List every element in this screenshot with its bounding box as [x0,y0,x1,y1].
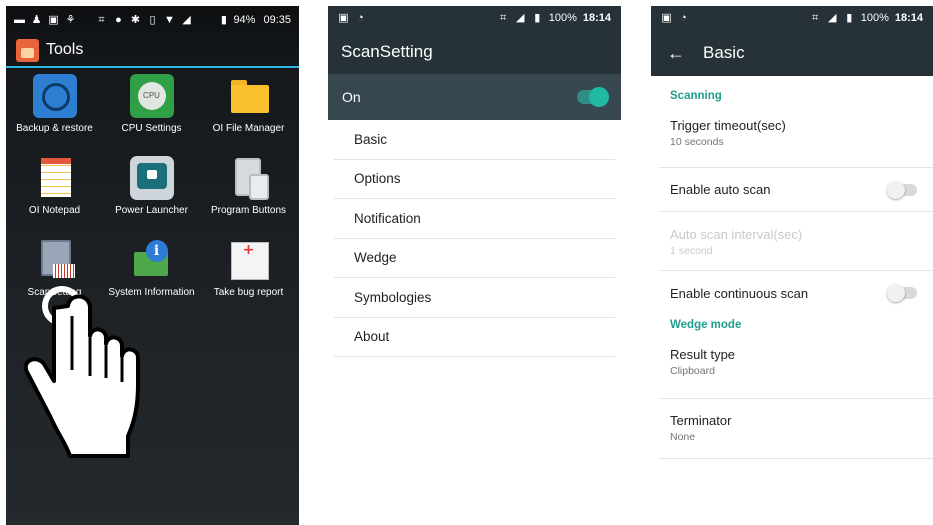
page-title: Basic [703,43,745,62]
keyboard-icon: ▬ [14,13,25,26]
battery-level: 100% [860,12,889,24]
app-backup-restore[interactable]: Backup & restore [6,74,103,134]
app-bar: ← Basic [651,30,933,76]
scan-setting-icon [33,238,77,282]
wifi-icon: ▼ [164,13,175,26]
back-arrow-icon[interactable]: ← [667,43,685,64]
pref-title: Enable continuous scan [670,285,809,301]
image-icon: ▣ [338,11,349,24]
pref-title: Terminator [670,413,732,428]
pref-title: Auto scan interval(sec) [670,227,803,242]
app-cpu-settings[interactable]: CPU Settings [103,74,200,134]
pref-summary: 10 seconds [670,136,724,148]
preferences-list: Scanning Trigger timeout(sec) 10 seconds… [651,76,933,459]
basic-settings-screen: ▣ ◔ ⌗ ◢ ▮ 100% 18:14 ← Basic Scanning Tr… [651,6,933,525]
notepad-icon [33,156,77,200]
continuous-scan-toggle[interactable] [887,284,917,302]
app-bug-report[interactable]: Take bug report [200,238,297,298]
pref-auto-scan-interval: Auto scan interval(sec) 1 second [659,212,933,271]
app-program-buttons[interactable]: Program Buttons [200,156,297,216]
app-notepad[interactable]: OI Notepad [6,156,103,216]
pref-auto-scan[interactable]: Enable auto scan [659,168,933,212]
image-icon: ▣ [661,11,672,24]
app-label: Backup & restore [16,123,93,134]
folder-icon [227,74,271,118]
list-item-wedge[interactable]: Wedge [334,239,615,278]
location-icon: ● [115,13,122,26]
bluetooth-icon: ✱ [130,13,141,26]
no-signal-icon: ◢ [515,11,525,24]
list-item-notification[interactable]: Notification [334,199,615,239]
clock: 18:14 [894,12,923,24]
app-bar: ScanSetting [328,30,621,74]
backup-restore-icon [32,74,77,118]
master-switch-toggle[interactable] [577,87,609,107]
wifi-icon: ◔ [357,11,364,24]
status-bar: ▣ ◔ ⌗ ◢ ▮ 100% 18:14 [651,6,933,30]
no-signal-icon: ◢ [182,13,191,26]
battery-icon: ▮ [220,13,227,26]
wifi-icon: ◔ [680,11,687,24]
app-label: Program Buttons [210,205,287,216]
bug-report-icon [227,238,271,282]
image-icon: ▣ [48,13,59,26]
clock: 18:14 [582,12,611,24]
page-title: Tools [46,41,84,58]
battery-icon: ▮ [534,11,541,24]
pref-summary: Clipboard [670,365,715,377]
tools-launcher-screen: ▬ ♟ ▣ ⚘ ⌗ ● ✱ ▯ ▼ ◢ ▮ 94% 09:35 Tools Ba… [6,6,299,525]
app-label: Power Launcher [115,205,188,216]
debug-icon: ⚘ [65,13,76,26]
battery-level: 100% [548,12,577,24]
vibrate-icon: ▯ [149,13,156,26]
list-item-options[interactable]: Options [334,160,615,199]
scan-icon: ⌗ [812,11,819,24]
devices-icon [227,156,271,200]
pref-summary: None [670,431,696,443]
pref-title: Enable auto scan [670,182,771,197]
app-power-launcher[interactable]: Power Launcher [103,156,200,216]
pref-title: Result type [670,347,736,362]
pref-continuous-scan[interactable]: Enable continuous scan [659,271,933,315]
battery-icon: ▮ [846,11,853,24]
list-item-symbologies[interactable]: Symbologies [334,278,615,318]
master-switch-bar[interactable]: On [328,74,621,120]
app-label: CPU Settings [121,123,182,134]
power-launcher-icon [129,156,174,200]
clock: 09:35 [263,14,291,26]
status-bar: ▬ ♟ ▣ ⚘ ⌗ ● ✱ ▯ ▼ ◢ ▮ 94% 09:35 [6,6,299,34]
auto-scan-toggle[interactable] [887,180,917,199]
app-file-manager[interactable]: OI File Manager [200,74,297,134]
page-title: ScanSetting [341,42,433,61]
pref-result-type[interactable]: Result type Clipboard [659,341,933,399]
battery-level: 94% [233,14,256,26]
no-signal-icon: ◢ [827,11,837,24]
scansetting-screen: ▣ ◔ ⌗ ◢ ▮ 100% 18:14 ScanSetting On Basi… [328,6,621,525]
pref-trigger-timeout[interactable]: Trigger timeout(sec) 10 seconds [659,112,933,168]
cpu-icon [129,74,174,118]
pref-terminator[interactable]: Terminator None [659,399,933,459]
info-icon [130,238,174,282]
status-bar: ▣ ◔ ⌗ ◢ ▮ 100% 18:14 [328,6,621,30]
settings-list: Basic Options Notification Wedge Symbolo… [328,120,621,357]
category-scanning: Scanning [670,90,722,102]
app-label: OI File Manager [212,123,285,134]
list-item-basic[interactable]: Basic [334,120,615,160]
list-item-about[interactable]: About [334,318,615,357]
pref-title: Trigger timeout(sec) [670,118,786,133]
scan-icon: ⌗ [98,13,105,26]
category-wedge-mode: Wedge mode [670,319,742,331]
tools-folder-icon [16,38,39,62]
scan-icon: ⌗ [500,11,507,24]
launcher-header: Tools [6,34,299,68]
pref-summary: 1 second [670,245,713,257]
app-label: Take bug report [213,287,284,298]
master-switch-label: On [342,89,361,105]
app-grid: Backup & restore CPU Settings OI File Ma… [6,68,299,298]
app-label: OI Notepad [28,205,81,216]
tap-gesture-hand-icon [23,286,140,458]
usb-icon: ♟ [31,13,42,26]
